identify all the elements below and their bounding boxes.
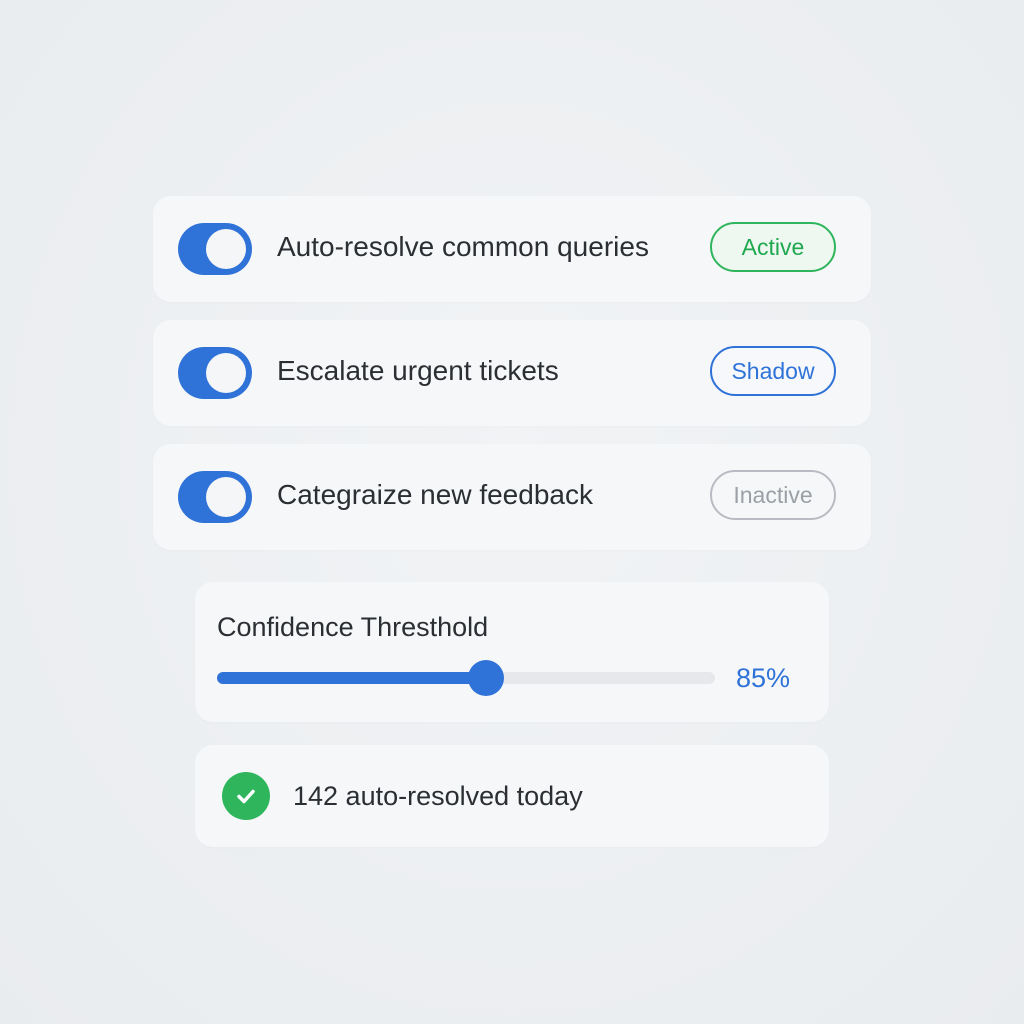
escalate-toggle[interactable] [178,347,252,399]
rule-label: Categraize new feedback [277,479,593,510]
status-badge-active[interactable]: Active [710,222,836,272]
auto-resolve-toggle[interactable] [178,223,252,275]
slider-thumb[interactable] [467,660,504,696]
auto-resolved-count: 142 auto-resolved today [293,781,583,811]
summary-card: 142 auto-resolved today [195,745,829,847]
toggle-knob [206,229,246,269]
rule-label: Escalate urgent tickets [277,355,559,386]
rule-card-auto-resolve: Auto-resolve common queries Active [153,196,871,302]
categorize-toggle[interactable] [178,471,252,523]
threshold-slider[interactable] [217,660,715,696]
rule-card-escalate: Escalate urgent tickets Shadow [153,320,871,426]
check-circle-icon [222,772,270,820]
status-badge-inactive[interactable]: Inactive [710,470,836,520]
confidence-threshold-card: Confidence Thresthold 85% [195,582,829,722]
rule-card-categorize: Categraize new feedback Inactive [153,444,871,550]
toggle-knob [206,477,246,517]
toggle-knob [206,353,246,393]
slider-fill [217,672,486,684]
status-badge-shadow[interactable]: Shadow [710,346,836,396]
threshold-value: 85% [736,663,791,693]
rule-label: Auto-resolve common queries [277,231,649,262]
threshold-title: Confidence Thresthold [217,612,489,642]
